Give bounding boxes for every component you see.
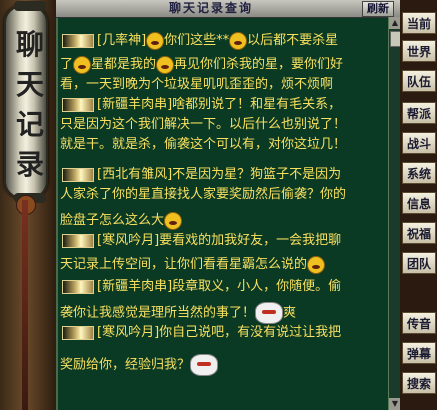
sender-name[interactable]: [西北有雏风]	[97, 167, 172, 182]
message-text: 你们这些**	[164, 33, 230, 48]
title-bar: 聊天记录查询 刷新	[56, 0, 400, 18]
chat-line: 脸盘子怎么这么大	[60, 210, 183, 232]
tab-whisper[interactable]: 传音	[402, 312, 436, 334]
message-text: 天记录上传空间，让你们看看星霸怎么说的	[60, 257, 308, 272]
chat-line: 奖励给你，经验归我？	[60, 354, 219, 376]
tab-guild[interactable]: 帮派	[402, 102, 436, 124]
tab-team[interactable]: 队伍	[402, 70, 436, 92]
message-text: 要看戏的加我好友，一会我把聊	[159, 233, 342, 248]
sender-name[interactable]: [新疆羊肉串]	[97, 97, 172, 112]
message-text: 爽	[283, 305, 297, 321]
message-text: 星都是我的	[91, 57, 157, 72]
angry-blob-icon	[190, 354, 219, 376]
sender-name[interactable]: [几率神]	[97, 33, 146, 48]
chat-line: [几率神] 你们这些** 以后都不要杀星	[60, 30, 338, 52]
smiley-icon	[164, 211, 183, 230]
message-text: 奖励给你，经验归我？	[60, 357, 191, 373]
smiley-icon	[229, 31, 248, 50]
message-text: 你自己说吧，有没有说过让我把	[159, 325, 342, 340]
message-text: 再见你们杀我的星，要你们好	[174, 57, 344, 72]
channel-icon	[62, 33, 94, 48]
smiley-icon	[307, 255, 326, 274]
smiley-icon	[146, 31, 165, 50]
message-text: 脸盘子怎么这么大	[60, 213, 165, 228]
chat-log-scroll-banner: 聊天记录	[4, 1, 48, 203]
channel-icon	[62, 167, 94, 182]
channel-icon	[62, 233, 94, 248]
scroll-banner-label: 聊天记录	[15, 28, 44, 181]
smiley-icon	[156, 55, 175, 74]
tab-battle[interactable]: 战斗	[402, 132, 436, 154]
chat-line: 了 星都是我的 再见你们杀我的星，要你们好	[60, 54, 343, 76]
chat-line: [西北有雏风]不是因为星？狗篮子不是因为	[60, 164, 341, 186]
chat-line: [寒风吟月]要看戏的加我好友，一会我把聊	[60, 230, 341, 252]
tassel	[22, 200, 28, 410]
chat-line: 只是因为这个我们解决一下。以后什么也别说了！	[60, 114, 346, 136]
channel-tabs: 当前 世界 队伍 帮派 战斗 系统 信息 祝福 团队 传音 弹幕 搜索	[400, 0, 437, 410]
tab-info[interactable]: 信息	[402, 192, 436, 214]
left-decoration: 聊天记录	[0, 0, 56, 410]
scroll-top-cap	[14, 1, 46, 11]
tab-blessing[interactable]: 祝福	[402, 222, 436, 244]
angry-blob-icon	[255, 302, 284, 324]
chat-line: 看，一天到晚为个垃圾星叽叽歪歪的，烦不烦啊	[60, 74, 333, 96]
message-text: 人家杀了你的星直接找人家要奖励然后偷袭？你的	[60, 187, 347, 202]
refresh-button[interactable]: 刷新	[362, 1, 394, 17]
message-text: 了	[60, 57, 74, 72]
message-text: 啥都别说了！和星有毛关系，	[172, 97, 342, 112]
tab-world[interactable]: 世界	[402, 40, 436, 62]
tab-danmaku[interactable]: 弹幕	[402, 342, 436, 364]
tab-current[interactable]: 当前	[402, 12, 436, 34]
chat-line: 就是干。就是杀，偷袭这个可以有，对你这垃几！	[60, 134, 346, 156]
message-text: 只是因为这个我们解决一下。以后什么也别说了！	[60, 117, 347, 132]
tab-group[interactable]: 团队	[402, 252, 436, 274]
message-text: 袭你让我感觉是理所当然的事了！	[60, 305, 256, 321]
chat-line: 人家杀了你的星直接找人家要奖励然后偷袭？你的	[60, 184, 346, 206]
channel-icon	[62, 325, 94, 340]
chat-line: 天记录上传空间，让你们看看星霸怎么说的	[60, 254, 326, 276]
chat-line: [新疆羊肉串]段章取义，小人，你随便。偷	[60, 276, 341, 298]
sender-name[interactable]: [寒风吟月]	[97, 233, 159, 248]
sender-name[interactable]: [寒风吟月]	[97, 325, 159, 340]
tab-system[interactable]: 系统	[402, 162, 436, 184]
message-text: 以后都不要杀星	[247, 33, 339, 48]
message-text: 看，一天到晚为个垃圾星叽叽歪歪的，烦不烦啊	[60, 77, 334, 92]
chat-line: [新疆羊肉串]啥都别说了！和星有毛关系，	[60, 94, 341, 116]
chat-line: 袭你让我感觉是理所当然的事了！ 爽	[60, 302, 296, 324]
channel-icon	[62, 97, 94, 112]
chat-line: [寒风吟月]你自己说吧，有没有说过让我把	[60, 322, 341, 344]
channel-icon	[62, 279, 94, 294]
message-text: 段章取义，小人，你随便。偷	[172, 279, 342, 294]
message-text: 不是因为星？狗篮子不是因为	[172, 167, 342, 182]
tab-search[interactable]: 搜索	[402, 372, 436, 394]
message-text: 就是干。就是杀，偷袭这个可以有，对你这垃几！	[60, 137, 347, 152]
smiley-icon	[73, 55, 92, 74]
window-title: 聊天记录查询	[168, 1, 253, 15]
chat-messages: [几率神] 你们这些** 以后都不要杀星 了 星都是我的 再见你们杀我的星，要你们好 看…	[60, 20, 394, 408]
sender-name[interactable]: [新疆羊肉串]	[97, 279, 172, 294]
